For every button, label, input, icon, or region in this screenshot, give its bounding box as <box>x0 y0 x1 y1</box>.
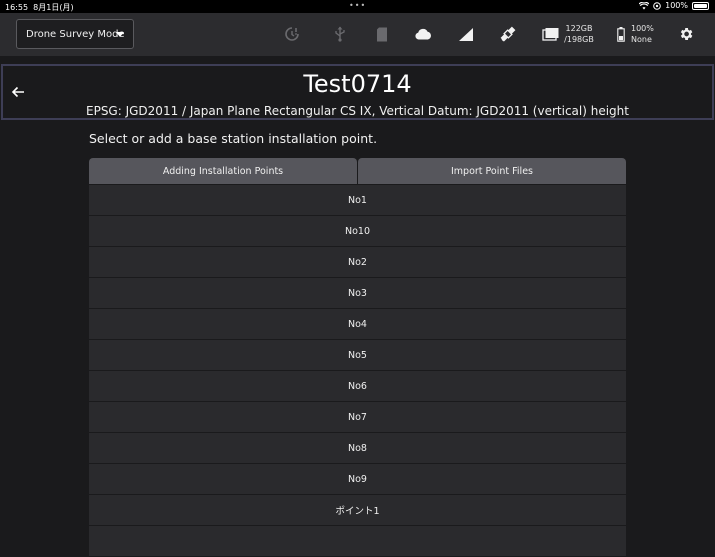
list-item[interactable]: ポイント1 <box>89 495 626 526</box>
wifi-icon <box>639 1 650 9</box>
battery-percent: 100% <box>665 1 688 10</box>
mode-dropdown[interactable]: Drone Survey Mode <box>16 19 134 49</box>
status-time: 16:55 8月1日(月) <box>5 3 74 12</box>
controller-battery-icon[interactable] <box>616 25 626 43</box>
mode-dropdown-label: Drone Survey Mode <box>26 28 125 40</box>
list-item[interactable]: No9 <box>89 464 626 495</box>
sd-card-icon[interactable] <box>373 25 391 43</box>
list-item[interactable]: No5 <box>89 340 626 371</box>
list-item[interactable]: No10 <box>89 216 626 247</box>
point-tabs: Adding Installation Points Import Point … <box>89 158 626 184</box>
satellite-icon[interactable] <box>499 25 517 43</box>
chevron-down-icon <box>116 32 124 37</box>
device-status: None <box>631 35 652 44</box>
list-item[interactable] <box>89 526 626 557</box>
list-item[interactable]: No8 <box>89 433 626 464</box>
project-header: Test0714 EPSG: JGD2011 / Japan Plane Rec… <box>1 64 714 120</box>
storage-readout: 122GB /198GB <box>562 23 596 45</box>
folder-icon[interactable] <box>541 25 559 43</box>
timer-alert-icon[interactable] <box>283 25 301 43</box>
list-item[interactable]: No3 <box>89 278 626 309</box>
list-item[interactable]: No1 <box>89 185 626 216</box>
storage-used: 122GB <box>565 24 593 33</box>
installation-point-list: No1 No10 No2 No3 No4 No5 No6 No7 No8 No9… <box>89 185 626 557</box>
signal-icon[interactable] <box>457 25 475 43</box>
cloud-icon[interactable] <box>414 25 432 43</box>
device-battery-readout: 100% None <box>631 23 661 45</box>
usb-icon[interactable] <box>331 25 349 43</box>
status-bar: 16:55 8月1日(月) ••• 100% <box>0 0 715 13</box>
crs-subtitle: EPSG: JGD2011 / Japan Plane Rectangular … <box>86 104 629 118</box>
tab-import-point-files[interactable]: Import Point Files <box>358 158 626 184</box>
app-toolbar: Drone Survey Mode 122GB /198GB 100% None <box>0 13 715 56</box>
project-title: Test0714 <box>303 70 412 98</box>
battery-icon <box>692 1 709 10</box>
gear-icon[interactable] <box>677 25 695 43</box>
list-item[interactable]: No2 <box>89 247 626 278</box>
device-battery-percent: 100% <box>631 24 654 33</box>
location-icon <box>653 1 661 10</box>
status-date: 8月1日(月) <box>33 3 74 12</box>
list-item[interactable]: No4 <box>89 309 626 340</box>
storage-total: /198GB <box>564 35 594 44</box>
list-item[interactable]: No7 <box>89 402 626 433</box>
list-item[interactable]: No6 <box>89 371 626 402</box>
multitask-dots-icon[interactable]: ••• <box>349 1 366 10</box>
tab-adding-installation-points[interactable]: Adding Installation Points <box>89 158 357 184</box>
instruction-text: Select or add a base station installatio… <box>89 131 378 146</box>
